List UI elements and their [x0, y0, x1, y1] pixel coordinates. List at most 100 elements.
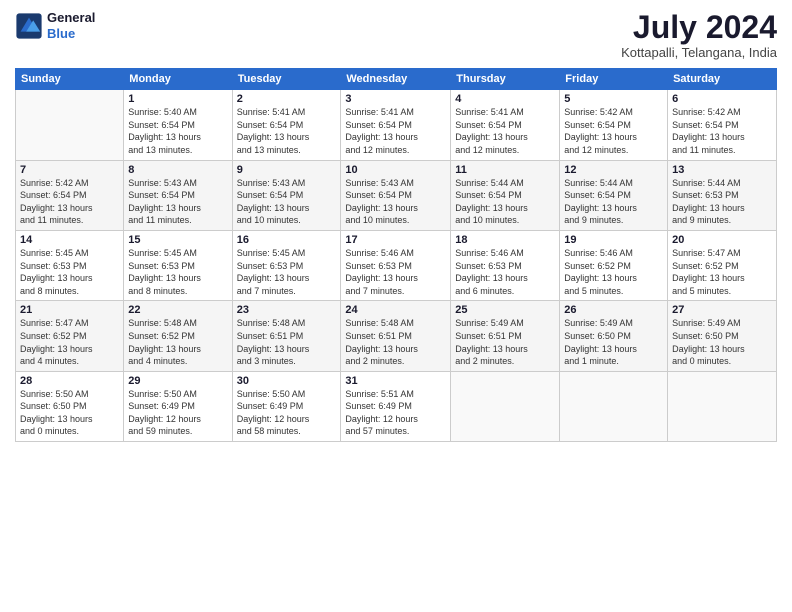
day-number: 20: [672, 234, 772, 246]
calendar-week-row: 14Sunrise: 5:45 AMSunset: 6:53 PMDayligh…: [16, 230, 777, 300]
logo: General Blue: [15, 10, 95, 41]
logo-line2: Blue: [47, 26, 75, 41]
day-number: 23: [237, 304, 337, 316]
calendar-cell: 30Sunrise: 5:50 AMSunset: 6:49 PMDayligh…: [232, 371, 341, 441]
day-number: 5: [564, 93, 663, 105]
day-info: Sunrise: 5:50 AMSunset: 6:49 PMDaylight:…: [128, 388, 227, 438]
calendar-cell: 26Sunrise: 5:49 AMSunset: 6:50 PMDayligh…: [560, 301, 668, 371]
day-number: 27: [672, 304, 772, 316]
calendar-cell: 24Sunrise: 5:48 AMSunset: 6:51 PMDayligh…: [341, 301, 451, 371]
day-number: 8: [128, 164, 227, 176]
day-info: Sunrise: 5:43 AMSunset: 6:54 PMDaylight:…: [128, 177, 227, 227]
day-number: 21: [20, 304, 119, 316]
day-info: Sunrise: 5:45 AMSunset: 6:53 PMDaylight:…: [237, 247, 337, 297]
day-info: Sunrise: 5:47 AMSunset: 6:52 PMDaylight:…: [20, 317, 119, 367]
day-info: Sunrise: 5:41 AMSunset: 6:54 PMDaylight:…: [345, 106, 446, 156]
day-info: Sunrise: 5:45 AMSunset: 6:53 PMDaylight:…: [128, 247, 227, 297]
calendar-cell: 2Sunrise: 5:41 AMSunset: 6:54 PMDaylight…: [232, 90, 341, 160]
calendar-day-header: Tuesday: [232, 69, 341, 90]
calendar-cell: [451, 371, 560, 441]
day-info: Sunrise: 5:48 AMSunset: 6:52 PMDaylight:…: [128, 317, 227, 367]
calendar-day-header: Friday: [560, 69, 668, 90]
calendar-cell: 1Sunrise: 5:40 AMSunset: 6:54 PMDaylight…: [124, 90, 232, 160]
calendar-cell: 23Sunrise: 5:48 AMSunset: 6:51 PMDayligh…: [232, 301, 341, 371]
calendar: SundayMondayTuesdayWednesdayThursdayFrid…: [15, 68, 777, 442]
calendar-cell: 25Sunrise: 5:49 AMSunset: 6:51 PMDayligh…: [451, 301, 560, 371]
day-info: Sunrise: 5:48 AMSunset: 6:51 PMDaylight:…: [237, 317, 337, 367]
day-number: 11: [455, 164, 555, 176]
calendar-cell: 21Sunrise: 5:47 AMSunset: 6:52 PMDayligh…: [16, 301, 124, 371]
day-number: 4: [455, 93, 555, 105]
day-number: 18: [455, 234, 555, 246]
day-info: Sunrise: 5:46 AMSunset: 6:53 PMDaylight:…: [345, 247, 446, 297]
title-block: July 2024 Kottapalli, Telangana, India: [621, 10, 777, 60]
day-number: 19: [564, 234, 663, 246]
page: General Blue July 2024 Kottapalli, Telan…: [0, 0, 792, 612]
calendar-day-header: Thursday: [451, 69, 560, 90]
calendar-cell: 6Sunrise: 5:42 AMSunset: 6:54 PMDaylight…: [668, 90, 777, 160]
day-info: Sunrise: 5:47 AMSunset: 6:52 PMDaylight:…: [672, 247, 772, 297]
day-number: 26: [564, 304, 663, 316]
day-number: 17: [345, 234, 446, 246]
day-number: 30: [237, 375, 337, 387]
calendar-cell: 18Sunrise: 5:46 AMSunset: 6:53 PMDayligh…: [451, 230, 560, 300]
day-info: Sunrise: 5:46 AMSunset: 6:53 PMDaylight:…: [455, 247, 555, 297]
day-info: Sunrise: 5:50 AMSunset: 6:50 PMDaylight:…: [20, 388, 119, 438]
day-number: 24: [345, 304, 446, 316]
calendar-week-row: 28Sunrise: 5:50 AMSunset: 6:50 PMDayligh…: [16, 371, 777, 441]
calendar-cell: 12Sunrise: 5:44 AMSunset: 6:54 PMDayligh…: [560, 160, 668, 230]
day-number: 22: [128, 304, 227, 316]
calendar-cell: 7Sunrise: 5:42 AMSunset: 6:54 PMDaylight…: [16, 160, 124, 230]
calendar-week-row: 7Sunrise: 5:42 AMSunset: 6:54 PMDaylight…: [16, 160, 777, 230]
day-info: Sunrise: 5:49 AMSunset: 6:51 PMDaylight:…: [455, 317, 555, 367]
calendar-cell: 9Sunrise: 5:43 AMSunset: 6:54 PMDaylight…: [232, 160, 341, 230]
day-info: Sunrise: 5:41 AMSunset: 6:54 PMDaylight:…: [455, 106, 555, 156]
day-number: 28: [20, 375, 119, 387]
day-number: 7: [20, 164, 119, 176]
calendar-cell: 27Sunrise: 5:49 AMSunset: 6:50 PMDayligh…: [668, 301, 777, 371]
calendar-cell: 4Sunrise: 5:41 AMSunset: 6:54 PMDaylight…: [451, 90, 560, 160]
day-number: 13: [672, 164, 772, 176]
day-info: Sunrise: 5:44 AMSunset: 6:54 PMDaylight:…: [455, 177, 555, 227]
day-info: Sunrise: 5:45 AMSunset: 6:53 PMDaylight:…: [20, 247, 119, 297]
day-info: Sunrise: 5:41 AMSunset: 6:54 PMDaylight:…: [237, 106, 337, 156]
day-info: Sunrise: 5:43 AMSunset: 6:54 PMDaylight:…: [345, 177, 446, 227]
calendar-cell: [668, 371, 777, 441]
day-info: Sunrise: 5:42 AMSunset: 6:54 PMDaylight:…: [564, 106, 663, 156]
day-info: Sunrise: 5:49 AMSunset: 6:50 PMDaylight:…: [672, 317, 772, 367]
day-number: 29: [128, 375, 227, 387]
day-info: Sunrise: 5:44 AMSunset: 6:54 PMDaylight:…: [564, 177, 663, 227]
day-info: Sunrise: 5:51 AMSunset: 6:49 PMDaylight:…: [345, 388, 446, 438]
calendar-day-header: Wednesday: [341, 69, 451, 90]
day-number: 1: [128, 93, 227, 105]
day-number: 31: [345, 375, 446, 387]
calendar-week-row: 1Sunrise: 5:40 AMSunset: 6:54 PMDaylight…: [16, 90, 777, 160]
calendar-cell: 14Sunrise: 5:45 AMSunset: 6:53 PMDayligh…: [16, 230, 124, 300]
day-number: 9: [237, 164, 337, 176]
calendar-cell: 13Sunrise: 5:44 AMSunset: 6:53 PMDayligh…: [668, 160, 777, 230]
calendar-day-header: Sunday: [16, 69, 124, 90]
calendar-cell: [16, 90, 124, 160]
day-number: 16: [237, 234, 337, 246]
day-info: Sunrise: 5:42 AMSunset: 6:54 PMDaylight:…: [672, 106, 772, 156]
day-number: 15: [128, 234, 227, 246]
day-info: Sunrise: 5:49 AMSunset: 6:50 PMDaylight:…: [564, 317, 663, 367]
calendar-cell: 19Sunrise: 5:46 AMSunset: 6:52 PMDayligh…: [560, 230, 668, 300]
logo-text: General Blue: [47, 10, 95, 41]
day-info: Sunrise: 5:50 AMSunset: 6:49 PMDaylight:…: [237, 388, 337, 438]
calendar-cell: 3Sunrise: 5:41 AMSunset: 6:54 PMDaylight…: [341, 90, 451, 160]
logo-icon: [15, 12, 43, 40]
main-title: July 2024: [621, 10, 777, 45]
calendar-header-row: SundayMondayTuesdayWednesdayThursdayFrid…: [16, 69, 777, 90]
calendar-cell: 29Sunrise: 5:50 AMSunset: 6:49 PMDayligh…: [124, 371, 232, 441]
day-number: 3: [345, 93, 446, 105]
calendar-cell: 10Sunrise: 5:43 AMSunset: 6:54 PMDayligh…: [341, 160, 451, 230]
day-info: Sunrise: 5:40 AMSunset: 6:54 PMDaylight:…: [128, 106, 227, 156]
calendar-cell: [560, 371, 668, 441]
day-info: Sunrise: 5:48 AMSunset: 6:51 PMDaylight:…: [345, 317, 446, 367]
calendar-cell: 22Sunrise: 5:48 AMSunset: 6:52 PMDayligh…: [124, 301, 232, 371]
calendar-day-header: Monday: [124, 69, 232, 90]
day-number: 10: [345, 164, 446, 176]
calendar-cell: 28Sunrise: 5:50 AMSunset: 6:50 PMDayligh…: [16, 371, 124, 441]
calendar-cell: 31Sunrise: 5:51 AMSunset: 6:49 PMDayligh…: [341, 371, 451, 441]
